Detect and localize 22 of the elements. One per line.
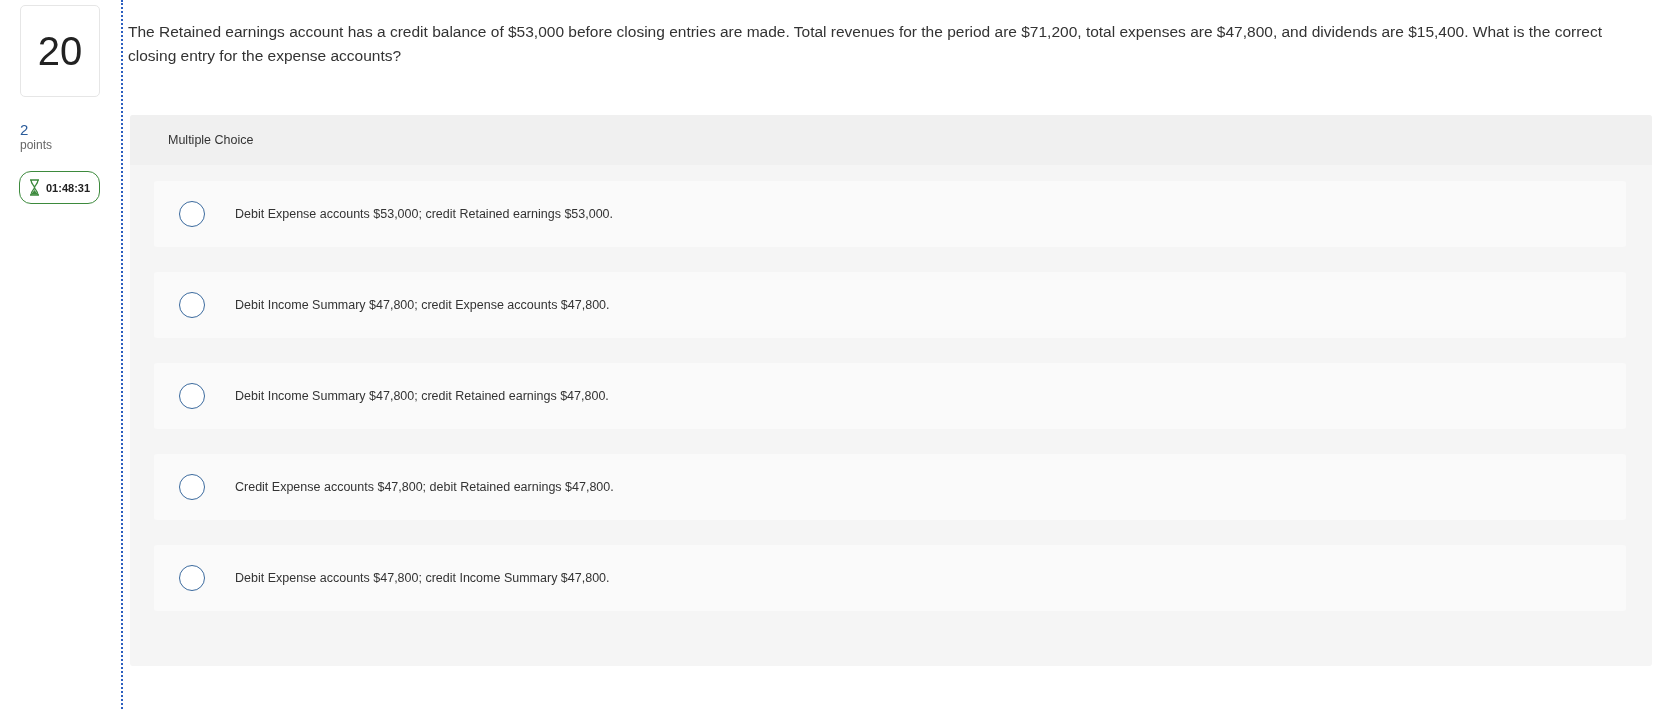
question-number: 20 [20, 5, 100, 97]
radio-button[interactable] [179, 383, 205, 409]
points-value: 2 [20, 122, 29, 138]
answer-option[interactable]: Debit Expense accounts $47,800; credit Income Summary $47,800. [154, 545, 1626, 611]
question-text: The Retained earnings account has a credit balance of $53,000 before closing entries are made. Total revenues for the period are $71,200, total expenses are $47,800, and dividends are $15,400. What is the correct closing entry for the expense accounts? [128, 22, 1604, 66]
answer-option[interactable]: Debit Expense accounts $53,000; credit Retained earnings $53,000. [154, 181, 1626, 247]
radio-button[interactable] [179, 292, 205, 318]
radio-button[interactable] [179, 565, 205, 591]
question-type-label: Multiple Choice [168, 133, 254, 147]
option-text: Debit Income Summary $47,800; credit Retained earnings $47,800. [235, 389, 609, 403]
option-text: Credit Expense accounts $47,800; debit Retained earnings $47,800. [235, 480, 614, 494]
answer-option[interactable]: Debit Income Summary $47,800; credit Expense accounts $47,800. [154, 272, 1626, 338]
points-label: points [20, 138, 53, 152]
option-text: Debit Expense accounts $53,000; credit Retained earnings $53,000. [235, 207, 614, 221]
timer-text: 01:48:31 [46, 181, 91, 194]
radio-button[interactable] [179, 201, 205, 227]
option-text: Debit Expense accounts $47,800; credit Income Summary $47,800. [235, 571, 610, 585]
radio-button[interactable] [179, 474, 205, 500]
answer-option[interactable]: Credit Expense accounts $47,800; debit Retained earnings $47,800. [154, 454, 1626, 520]
option-text: Debit Income Summary $47,800; credit Expense accounts $47,800. [235, 298, 610, 312]
answer-option[interactable]: Debit Income Summary $47,800; credit Retained earnings $47,800. [154, 363, 1626, 429]
hourglass-icon [29, 179, 40, 196]
